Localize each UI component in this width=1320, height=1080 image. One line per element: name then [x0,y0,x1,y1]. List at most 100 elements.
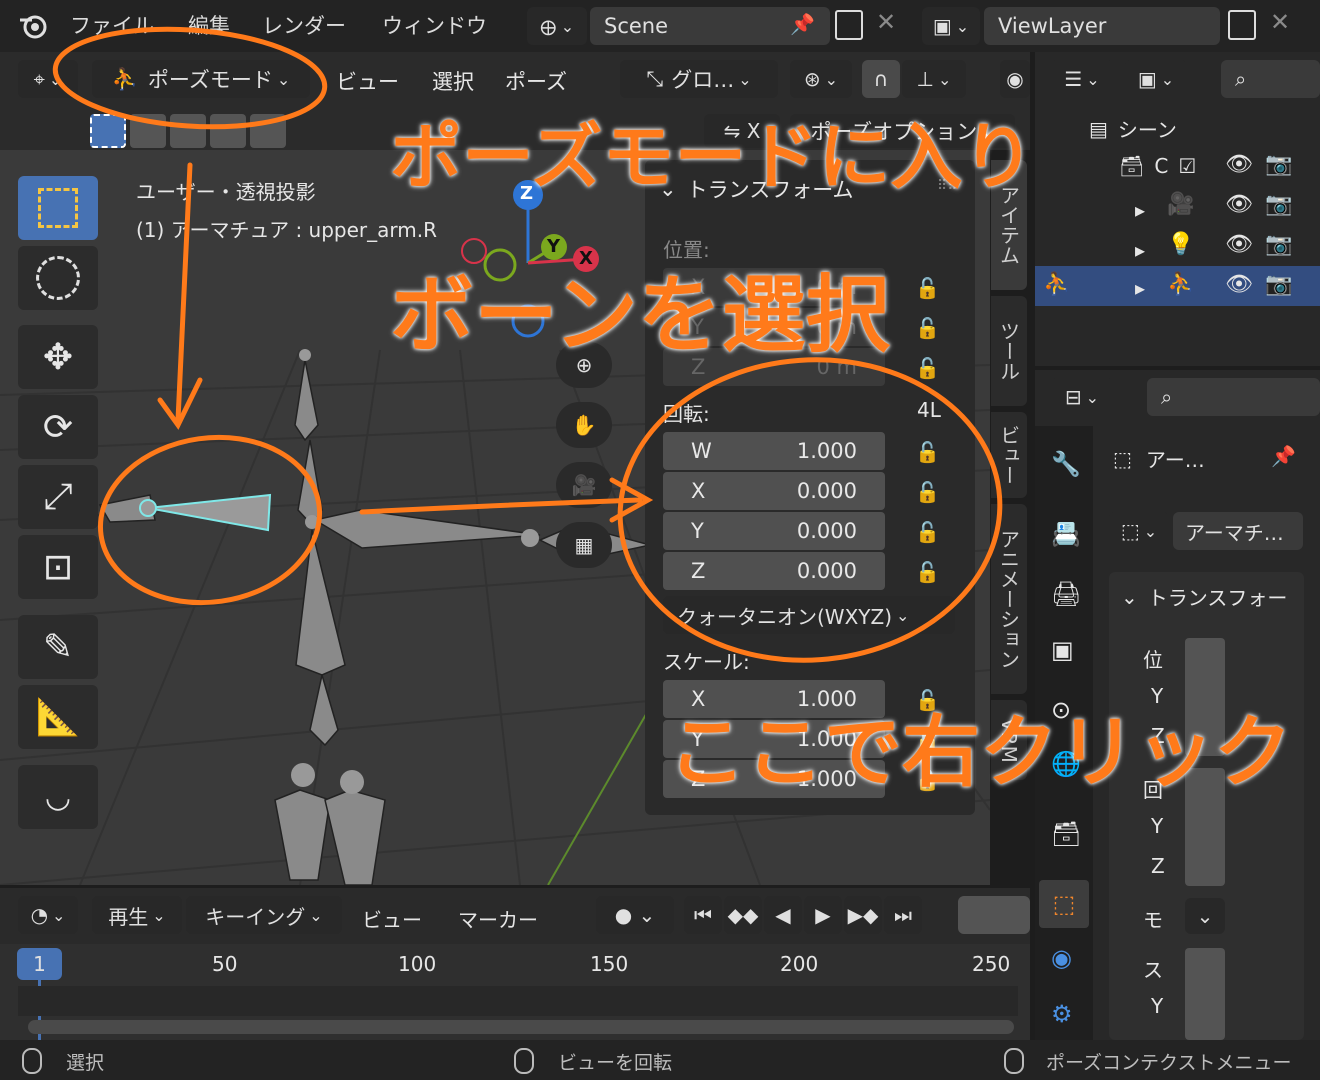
menu-select[interactable]: 選択 [432,66,474,96]
select-box-tool[interactable] [18,176,98,240]
pose-mode-icon[interactable]: ⛹ [1043,272,1070,297]
properties-search-field[interactable]: ⌕ [1147,378,1320,416]
outliner-search-field[interactable]: ⌕ [1221,60,1320,98]
view-layer-icon[interactable]: ▣ [1051,636,1074,664]
outliner-scene-row[interactable]: ▤ シーン [1089,114,1177,143]
annotate-tool[interactable]: ✎ [18,615,98,679]
rotate-tool[interactable]: ⟳ [18,395,98,459]
jump-end-icon[interactable]: ⏭ [884,896,922,934]
relax-tool[interactable]: ◡ [18,765,98,829]
lock-icon[interactable]: 🔓 [915,520,940,544]
scene-selector-button[interactable]: 🜨 [527,7,587,45]
visibility-eye-icon[interactable]: 👁 [1225,152,1253,177]
select-intersect-button[interactable] [250,114,286,148]
camera-icon[interactable]: 🎥 [556,462,612,508]
mode-selector[interactable]: ⛹ ポーズモード [92,60,310,98]
tab-tool[interactable]: ツール [991,296,1027,406]
prev-keyframe-icon[interactable]: ◆◆ [724,896,762,934]
checkbox-icon[interactable]: ☑ [1178,154,1196,178]
rotation-w-field[interactable]: W 1.000 [663,432,885,470]
lock-icon[interactable]: 🔓 [915,480,940,504]
tool-wrench-icon[interactable]: 🔧 [1051,450,1081,478]
pivot-point-button[interactable]: ⊛ [790,60,852,98]
outliner-collection-row[interactable]: 🗃 C ☑ [1119,154,1196,178]
auto-keying-button[interactable]: ● ⌄ [596,896,674,934]
jump-start-icon[interactable]: ⏮ [684,896,722,934]
menu-edit[interactable]: 編集 [188,10,230,40]
tab-animation[interactable]: アニメーション [991,504,1027,694]
visibility-eye-icon[interactable]: 👁 [1225,232,1253,257]
new-scene-icon[interactable] [835,10,863,40]
menu-view[interactable]: ビュー [336,66,399,96]
cursor-tool[interactable] [18,246,98,310]
rotation-z-field[interactable]: Z 0.000 [663,552,885,590]
lock-icon[interactable]: 🔓 [915,316,940,340]
mode-dropdown[interactable]: ⌄ [1185,898,1225,934]
outliner-display-mode[interactable]: ☰ [1051,60,1113,98]
tab-view[interactable]: ビュー [991,412,1027,498]
frame-indicator[interactable]: 1 [17,948,62,980]
new-viewlayer-icon[interactable] [1228,10,1256,40]
render-camera-icon[interactable]: 📷 [1265,152,1292,177]
object-browse-button[interactable]: ⬚ [1109,512,1169,550]
menu-render[interactable]: レンダー [262,10,346,40]
viewlayer-name-field[interactable]: ViewLayer [984,7,1220,45]
editor-type-button[interactable]: ⌖ [18,60,78,98]
lock-icon[interactable]: 🔓 [915,276,940,300]
collection-icon[interactable]: 🗃 [1051,820,1081,848]
snap-options-button[interactable]: ⊥ [902,60,966,98]
pin-icon[interactable]: 📌 [790,12,815,36]
scale-tool[interactable]: ⤢ [18,465,98,529]
outliner-filter-button[interactable]: ▣ [1125,60,1187,98]
render-camera-icon[interactable]: 📷 [1265,192,1292,217]
snap-toggle[interactable]: ∩ [862,60,900,98]
expand-arrow-icon[interactable]: ▸ [1135,238,1145,262]
properties-editor-type[interactable]: ⊟ [1051,378,1113,416]
render-camera-icon[interactable]: 📷 [1265,272,1292,297]
viewlayer-selector-button[interactable]: ▣ [922,7,980,45]
measure-tool[interactable]: 📐 [18,685,98,749]
lock-icon[interactable]: 🔓 [915,440,940,464]
scale-fields[interactable] [1185,948,1225,1040]
transform-props-header[interactable]: ⌄ トランスフォー [1121,582,1287,611]
menu-file[interactable]: ファイル [70,10,154,40]
select-extend-button[interactable] [130,114,166,148]
rotation-lock-4l[interactable]: 4L [917,398,941,422]
object-name-field[interactable]: アーマチ… [1173,512,1303,550]
close-icon[interactable]: ✕ [876,8,896,36]
blender-logo-icon[interactable] [18,12,48,40]
timeline-editor-type[interactable]: ◔ [18,896,78,934]
menu-marker[interactable]: マーカー [458,904,538,933]
expand-arrow-icon[interactable]: ▸ [1135,276,1145,300]
menu-pose[interactable]: ポーズ [505,66,567,96]
constraint-icon[interactable]: ⚙ [1051,1000,1073,1028]
transform-tool[interactable]: ⊡ [18,535,98,599]
transform-orientation-dropdown[interactable]: ⤡ グロ… [620,60,778,98]
lock-icon[interactable]: 🔓 [915,560,940,584]
expand-arrow-icon[interactable]: ▸ [1135,198,1145,222]
select-invert-button[interactable] [210,114,246,148]
close-icon[interactable]: ✕ [1270,8,1290,36]
visibility-eye-icon[interactable]: 👁 [1225,192,1253,217]
timeline-area[interactable]: 1 50 100 150 200 250 [0,944,1030,1040]
grid-perspective-icon[interactable]: ▦ [556,522,612,568]
select-new-button[interactable] [90,114,126,148]
next-keyframe-icon[interactable]: ▶◆ [844,896,882,934]
select-subtract-button[interactable] [170,114,206,148]
play-icon[interactable]: ▶ [804,896,842,934]
hand-pan-icon[interactable]: ✋ [556,402,612,448]
menu-timeline-view[interactable]: ビュー [362,904,422,933]
menu-keying[interactable]: キーイング [186,896,342,934]
render-icon[interactable]: 📇 [1051,520,1081,548]
output-icon[interactable]: 🖨 [1051,580,1081,608]
physics-icon[interactable]: ◉ [1051,944,1072,972]
current-frame-field[interactable] [958,896,1030,934]
rotation-x-field[interactable]: X 0.000 [663,472,885,510]
object-properties-icon[interactable]: ⬚ [1039,880,1089,928]
menu-playback[interactable]: 再生 [92,896,182,934]
overlay-button[interactable]: ◉ [1000,60,1030,98]
render-camera-icon[interactable]: 📷 [1265,232,1292,257]
rotation-mode-dropdown[interactable]: クォータニオン(WXYZ) [663,596,955,634]
rotation-y-field[interactable]: Y 0.000 [663,512,885,550]
timeline-scrollbar[interactable] [28,1020,1014,1034]
